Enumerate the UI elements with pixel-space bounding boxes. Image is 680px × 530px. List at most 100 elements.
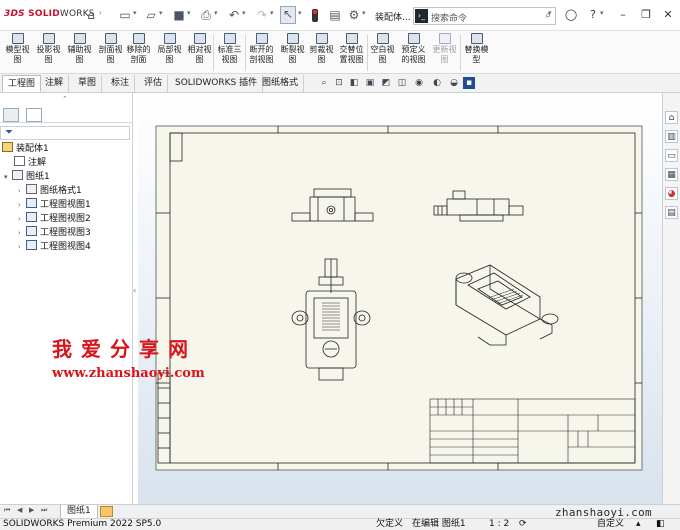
- new-file-icon[interactable]: ▭: [117, 8, 133, 22]
- add-sheet-icon[interactable]: [100, 506, 113, 517]
- chevron-down-icon[interactable]: ▾: [600, 9, 604, 17]
- appearances-icon[interactable]: ◕: [665, 187, 678, 200]
- traffic-light-icon[interactable]: [312, 9, 318, 22]
- close-button[interactable]: ✕: [660, 7, 676, 23]
- next-sheet-icon[interactable]: ▶: [29, 506, 34, 514]
- tree-item-drawing-view[interactable]: › 工程图视图2: [2, 212, 91, 226]
- property-tab-icon[interactable]: [26, 108, 42, 122]
- projected-view-button[interactable]: 投影视 图: [33, 31, 64, 73]
- search-dropdown-icon[interactable]: ▾: [548, 9, 552, 17]
- collapse-arrow-icon[interactable]: ‹: [133, 286, 136, 295]
- feature-tree-tab-icon[interactable]: [3, 108, 19, 122]
- update-views-button[interactable]: 更新视 图: [429, 31, 460, 73]
- solidworks-logo[interactable]: 3DS SOLIDWORKS: [4, 9, 95, 19]
- tab-solidworks-addins[interactable]: SOLIDWORKS 插件: [170, 75, 264, 92]
- chevron-right-icon[interactable]: ›: [18, 240, 26, 254]
- replace-model-button[interactable]: 替换模 型: [461, 31, 492, 73]
- chevron-right-icon[interactable]: ›: [18, 184, 26, 198]
- display-style-icon[interactable]: ◫: [396, 77, 408, 89]
- section-display-icon[interactable]: ▣: [364, 77, 376, 89]
- chevron-down-icon[interactable]: ▾: [298, 9, 302, 17]
- edit-appearance-icon[interactable]: ◐: [431, 77, 443, 89]
- tab-annotation[interactable]: 注解: [40, 75, 70, 92]
- auxiliary-view-button[interactable]: 辅助视 图: [64, 31, 95, 73]
- view-orientation-icon[interactable]: ◩: [380, 77, 392, 89]
- empty-view-button[interactable]: 空白视 图: [367, 31, 398, 73]
- chevron-down-icon[interactable]: ▾: [242, 9, 246, 17]
- tree-item-sheet-format[interactable]: › 图纸格式1: [2, 184, 91, 198]
- undo-icon[interactable]: ↶: [226, 8, 242, 22]
- units-selector[interactable]: 自定义: [597, 519, 624, 530]
- section-view-button[interactable]: 剖面视 图: [95, 31, 126, 73]
- chevron-down-icon[interactable]: ▾: [362, 9, 366, 17]
- view-settings-icon[interactable]: ▪: [463, 77, 475, 89]
- print-icon[interactable]: ⎙: [198, 8, 214, 22]
- zoom-area-icon[interactable]: ⊡: [333, 77, 345, 89]
- tree-item-drawing-view[interactable]: › 工程图视图3: [2, 226, 91, 240]
- chevron-right-icon[interactable]: ›: [18, 198, 26, 212]
- home-icon[interactable]: ⌂: [83, 8, 99, 22]
- search-commands-box[interactable]: ›_ 搜索命令 ⌕: [413, 7, 556, 25]
- minimize-button[interactable]: –: [615, 7, 631, 23]
- predefined-view-button[interactable]: 预定义 的视图: [398, 31, 429, 73]
- save-icon[interactable]: ■: [171, 8, 187, 22]
- resources-icon[interactable]: ⌂: [665, 111, 678, 124]
- tree-filter-field[interactable]: [0, 126, 130, 140]
- first-sheet-icon[interactable]: ⏮: [4, 506, 10, 515]
- hide-show-icon[interactable]: ◉: [413, 77, 425, 89]
- previous-view-icon[interactable]: ◧: [348, 77, 360, 89]
- tab-dimension[interactable]: 标注: [106, 75, 136, 92]
- units-dropdown-icon[interactable]: ▴: [636, 519, 641, 530]
- relative-view-button[interactable]: 相对视 图: [184, 31, 215, 73]
- tree-item-drawing-view[interactable]: › 工程图视图4: [2, 240, 91, 254]
- tab-sheet-format[interactable]: 图纸格式: [257, 75, 305, 92]
- chevron-down-icon[interactable]: ▾: [159, 9, 163, 17]
- chevron-down-icon[interactable]: ▾: [4, 170, 12, 184]
- tab-drawing[interactable]: 工程图: [2, 75, 42, 92]
- prev-sheet-icon[interactable]: ◀: [17, 506, 22, 514]
- last-sheet-icon[interactable]: ⏭: [41, 506, 47, 515]
- tree-item-assembly[interactable]: 装配体1: [2, 142, 91, 156]
- tree-item-drawing-view[interactable]: › 工程图视图1: [2, 198, 91, 212]
- select-icon[interactable]: ↖: [280, 6, 296, 24]
- chevron-down-icon[interactable]: ▾: [270, 9, 274, 17]
- chevron-right-icon[interactable]: ›: [18, 226, 26, 240]
- chevron-down-icon[interactable]: ▾: [187, 9, 191, 17]
- tree-item-annotations[interactable]: 注解: [2, 156, 91, 170]
- model-view-button[interactable]: 模型视 图: [2, 31, 33, 73]
- zoom-to-fit-icon[interactable]: ⌕: [318, 77, 330, 89]
- custom-properties-icon[interactable]: ▤: [665, 206, 678, 219]
- crop-view-button[interactable]: 剪裁视 图: [306, 31, 337, 73]
- tab-sketch[interactable]: 草图: [73, 75, 103, 92]
- detail-view-button[interactable]: 局部视 图: [154, 31, 185, 73]
- collapse-handle[interactable]: ⌃: [62, 95, 68, 103]
- apply-scene-icon[interactable]: ◒: [448, 77, 460, 89]
- drawing-sheet[interactable]: [138, 93, 662, 504]
- chevron-right-icon[interactable]: ›: [18, 212, 26, 226]
- break-view-button[interactable]: 断裂视 图: [277, 31, 308, 73]
- standard-3-view-button[interactable]: 标准三 视图: [214, 31, 245, 73]
- tree-item-sheet[interactable]: ▾ 图纸1: [2, 170, 91, 184]
- sheet-scale[interactable]: 1 : 2: [489, 519, 509, 530]
- open-icon[interactable]: ▱: [143, 8, 159, 22]
- removed-section-button[interactable]: 移除的 剖面: [123, 31, 154, 73]
- status-icon[interactable]: ◧: [656, 519, 665, 530]
- sheet-tab[interactable]: 图纸1: [60, 505, 98, 519]
- user-icon[interactable]: ◯: [563, 7, 579, 23]
- chevron-right-icon[interactable]: ›: [99, 9, 102, 17]
- graphics-area[interactable]: [138, 93, 662, 504]
- view-palette-icon[interactable]: ▦: [665, 168, 678, 181]
- file-explorer-icon[interactable]: ▭: [665, 149, 678, 162]
- rebuild-icon[interactable]: ⟳: [519, 519, 527, 530]
- broken-out-section-button[interactable]: 断开的 剖视图: [246, 31, 277, 73]
- restore-button[interactable]: ❐: [638, 7, 654, 23]
- tab-evaluate[interactable]: 评估: [139, 75, 169, 92]
- file-props-icon[interactable]: ▤: [327, 8, 343, 22]
- search-input[interactable]: 搜索命令: [431, 11, 467, 24]
- alternate-position-view-button[interactable]: 交替位 置视图: [336, 31, 367, 73]
- chevron-down-icon[interactable]: ▾: [133, 9, 137, 17]
- design-library-icon[interactable]: ▥: [665, 130, 678, 143]
- chevron-down-icon[interactable]: ▾: [214, 9, 218, 17]
- gear-icon[interactable]: ⚙: [346, 8, 362, 22]
- redo-icon[interactable]: ↷: [254, 8, 270, 22]
